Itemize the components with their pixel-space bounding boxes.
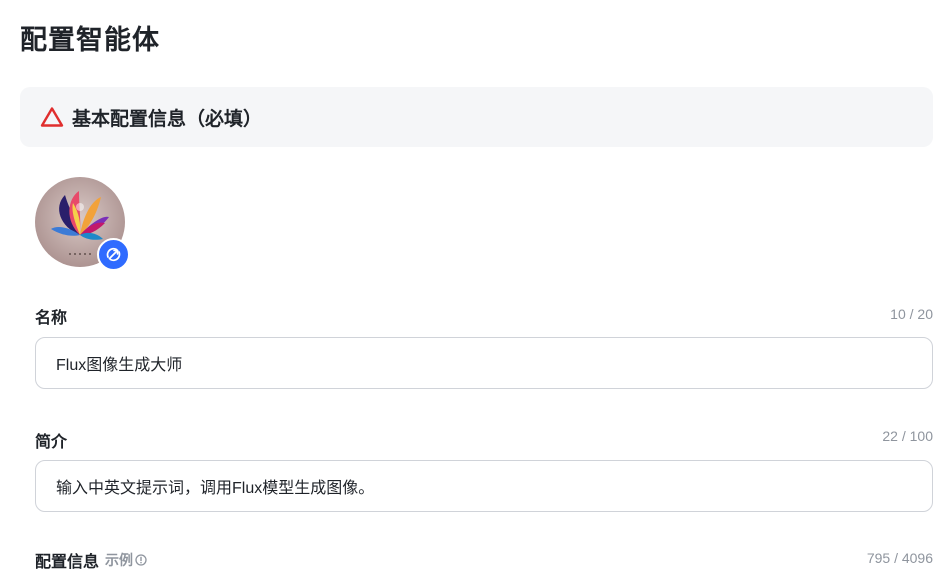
intro-input[interactable]: 输入中英文提示词，调用Flux模型生成图像。 bbox=[35, 460, 933, 512]
name-label: 名称 bbox=[35, 310, 68, 327]
config-label-row: 配置信息 示例 bbox=[35, 548, 147, 572]
name-input[interactable]: Flux图像生成大师 bbox=[35, 337, 933, 389]
warning-triangle-icon bbox=[40, 106, 64, 128]
section-header-basic-info: 基本配置信息（必填） bbox=[20, 87, 933, 147]
config-label: 配置信息 bbox=[35, 554, 100, 571]
edit-refresh-icon[interactable] bbox=[97, 238, 130, 271]
config-counter: 795 / 4096 bbox=[866, 550, 933, 566]
intro-label: 简介 bbox=[35, 434, 68, 451]
page-title: 配置智能体 bbox=[20, 25, 160, 55]
example-label: 示例 bbox=[105, 552, 134, 568]
avatar-upload[interactable] bbox=[35, 177, 131, 271]
intro-counter: 22 / 100 bbox=[882, 428, 933, 444]
name-counter: 10 / 20 bbox=[890, 306, 933, 322]
section-title: 基本配置信息（必填） bbox=[72, 108, 263, 130]
info-icon bbox=[135, 554, 147, 566]
config-example-link[interactable]: 示例 bbox=[105, 550, 147, 570]
